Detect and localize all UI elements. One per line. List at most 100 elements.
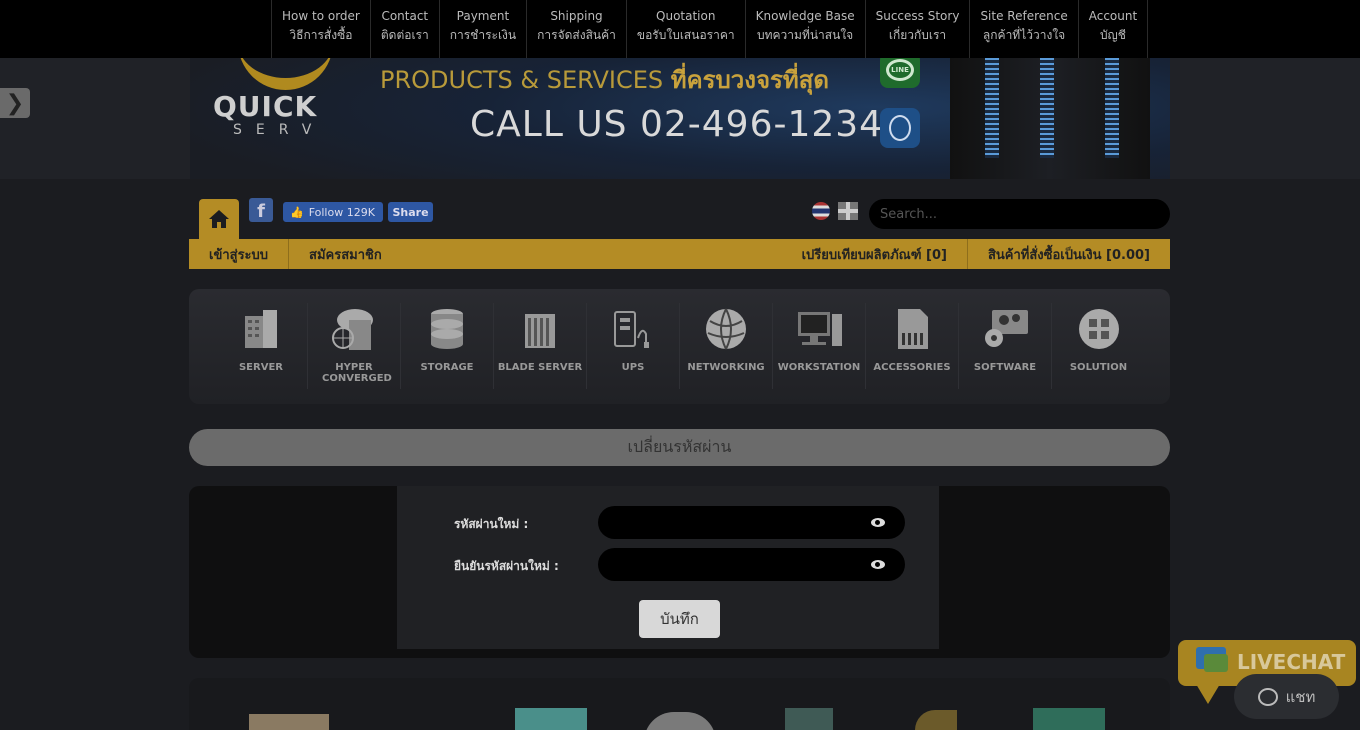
chat-label: แชท — [1285, 687, 1316, 706]
nav-item-label-en: Contact — [381, 9, 429, 23]
product-image[interactable] — [249, 714, 329, 730]
nav-item-label-th: บทความที่น่าสนใจ — [757, 28, 854, 42]
nav-item-label-th: ขอรับใบเสนอราคา — [636, 28, 735, 42]
page-title: เปลี่ยนรหัสผ่าน — [189, 429, 1170, 466]
confirm-password-label: ยืนยันรหัสผ่านใหม่ : — [454, 559, 559, 573]
nav-item[interactable]: Payment การชำระเงิน — [438, 0, 526, 58]
tagline-th: ที่ครบวงจรที่สุด — [670, 66, 829, 94]
chat-button[interactable]: แชท — [1234, 674, 1339, 719]
compare-link[interactable]: เปรียบเทียบผลิตภัณฑ์ [0] — [782, 239, 968, 269]
category-label: HYPER CONVERGED — [322, 362, 392, 384]
save-button[interactable]: บันทึก — [639, 600, 720, 638]
category-bar: SERVER HYPER CONVERGED STORAGE BLADE SERVER… — [189, 289, 1170, 404]
software-icon — [982, 306, 1028, 352]
nav-item-label-en: Knowledge Base — [755, 9, 855, 23]
eye-icon[interactable] — [871, 518, 885, 527]
tagline-en: PRODUCTS & SERVICES — [380, 66, 664, 94]
products-preview — [189, 678, 1170, 730]
category-item[interactable]: STORAGE — [401, 303, 494, 389]
nav-item-label-th: การชำระเงิน — [449, 28, 517, 42]
facebook-icon[interactable]: f — [249, 198, 273, 222]
solution-icon — [1076, 306, 1122, 352]
category-label: SOLUTION — [1069, 362, 1128, 373]
uk-flag-icon[interactable] — [838, 202, 858, 220]
nav-item-label-en: Account — [1088, 9, 1138, 23]
nav-item-label-en: Shipping — [550, 9, 603, 23]
ups-icon — [610, 306, 656, 352]
category-label: NETWORKING — [687, 362, 765, 373]
banner-tagline: PRODUCTS & SERVICES ที่ครบวงจรที่สุด — [380, 60, 829, 99]
category-label: WORKSTATION — [777, 362, 861, 373]
product-image[interactable] — [1033, 708, 1105, 730]
thai-flag-icon[interactable] — [812, 202, 830, 220]
category-item[interactable]: SOLUTION — [1052, 303, 1145, 389]
nav-item[interactable]: Account บัญชี — [1077, 0, 1149, 58]
category-item[interactable]: ACCESSORIES — [866, 303, 959, 389]
home-icon — [209, 210, 229, 228]
facebook-follow-button[interactable]: 👍 Follow 129K — [283, 202, 383, 222]
nav-item[interactable]: Shipping การจัดส่งสินค้า — [526, 0, 626, 58]
category-item[interactable]: SERVER — [215, 303, 308, 389]
nav-item-label-en: How to order — [282, 9, 360, 23]
category-label: ACCESSORIES — [873, 362, 951, 373]
follow-label: Follow 129K — [308, 205, 375, 219]
nav-item-label-th: เกี่ยวกับเรา — [888, 28, 947, 42]
cart-link[interactable]: สินค้าที่สั่งซื้อเป็นเงิน [0.00] — [968, 239, 1170, 269]
server-rack-image — [950, 58, 1150, 179]
search-input[interactable] — [869, 199, 1170, 229]
chat-bubble-icon — [1204, 654, 1228, 672]
product-image[interactable] — [785, 708, 833, 730]
logo-text: QUICK — [213, 90, 318, 123]
category-label: SOFTWARE — [973, 362, 1037, 373]
logo-subtext: SERV — [233, 122, 326, 138]
product-image[interactable] — [644, 712, 716, 730]
nav-item-label-th: ลูกค้าที่ไว้วางใจ — [982, 28, 1066, 42]
category-item[interactable]: WORKSTATION — [773, 303, 866, 389]
nav-item[interactable]: How to order วิธีการสั่งซื้อ — [271, 0, 370, 58]
chat-icon — [1257, 687, 1278, 706]
new-password-field[interactable] — [598, 506, 905, 539]
login-link[interactable]: เข้าสู่ระบบ — [189, 239, 290, 269]
server-icon — [238, 306, 284, 352]
category-label: STORAGE — [420, 362, 474, 373]
category-item[interactable]: NETWORKING — [680, 303, 773, 389]
livechat-title: LIVECHAT — [1237, 650, 1346, 674]
nav-item[interactable]: Knowledge Base บทความที่น่าสนใจ — [744, 0, 865, 58]
product-image[interactable] — [515, 708, 587, 730]
nav-item-label-en: Site Reference — [980, 9, 1068, 23]
category-label: BLADE SERVER — [497, 362, 583, 373]
globe-icon — [703, 306, 749, 352]
top-navigation: How to order วิธีการสั่งซื้อ Contact ติดต่อ… — [0, 0, 1360, 58]
nav-item[interactable]: Success Story เกี่ยวกับเรา — [864, 0, 970, 58]
database-icon — [424, 306, 470, 352]
livechat-tail — [1196, 684, 1220, 704]
category-label: UPS — [621, 362, 645, 373]
eye-icon[interactable] — [871, 560, 885, 569]
facebook-share-button[interactable]: Share — [388, 202, 433, 222]
home-button[interactable] — [199, 199, 239, 239]
nav-item[interactable]: Site Reference ลูกค้าที่ไว้วางใจ — [969, 0, 1077, 58]
register-link[interactable]: สมัครสมาชิก — [289, 239, 402, 269]
category-item[interactable]: SOFTWARE — [959, 303, 1052, 389]
category-label: SERVER — [238, 362, 283, 373]
nav-item[interactable]: Contact ติดต่อเรา — [369, 0, 439, 58]
banner-phone: CALL US 02-496-1234 — [470, 104, 884, 145]
nav-item[interactable]: Quotation ขอรับใบเสนอราคา — [625, 0, 745, 58]
cloud-server-icon — [331, 306, 377, 352]
nav-item-label-th: ติดต่อเรา — [380, 28, 429, 42]
confirm-password-field[interactable] — [598, 548, 905, 581]
category-item[interactable]: HYPER CONVERGED — [308, 303, 401, 389]
product-image[interactable] — [915, 710, 957, 730]
account-bar: เข้าสู่ระบบ สมัครสมาชิก เปรียบเทียบผลิตภ… — [189, 239, 1170, 269]
category-item[interactable]: UPS — [587, 303, 680, 389]
document-icon[interactable] — [880, 108, 920, 148]
nav-item-label-en: Quotation — [656, 9, 716, 23]
blade-server-icon — [517, 306, 563, 352]
thumbs-up-icon: 👍 — [290, 205, 304, 219]
chevron-right-icon[interactable]: ❯ — [0, 88, 30, 118]
category-item[interactable]: BLADE SERVER — [494, 303, 587, 389]
top-nav-items: How to order วิธีการสั่งซื้อ Contact ติดต่อ… — [271, 0, 1149, 58]
nav-item-label-th: วิธีการสั่งซื้อ — [289, 28, 353, 42]
nav-item-label-th: บัญชี — [1099, 28, 1126, 42]
nav-item-label-en: Success Story — [875, 9, 960, 23]
